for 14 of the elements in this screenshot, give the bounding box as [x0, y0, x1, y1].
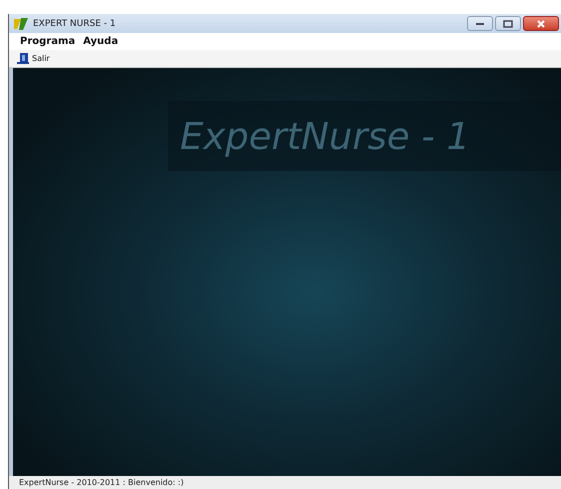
exit-button[interactable]: Salir	[17, 53, 50, 64]
status-text: ExpertNurse - 2010-2011 : Bienvenido: :)	[19, 478, 184, 487]
app-icon	[13, 16, 29, 30]
window-title: EXPERT NURSE - 1	[33, 18, 116, 28]
banner-title: ExpertNurse - 1	[180, 114, 470, 158]
close-icon	[536, 20, 546, 28]
door-icon	[17, 53, 29, 64]
menu-item[interactable]: Ayuda	[83, 36, 118, 47]
close-button[interactable]	[523, 16, 559, 31]
minimize-button[interactable]	[467, 16, 493, 31]
menu-item[interactable]: Programa	[20, 36, 76, 47]
maximize-icon	[503, 20, 513, 28]
minimize-icon	[475, 22, 485, 26]
maximize-button[interactable]	[495, 16, 521, 31]
